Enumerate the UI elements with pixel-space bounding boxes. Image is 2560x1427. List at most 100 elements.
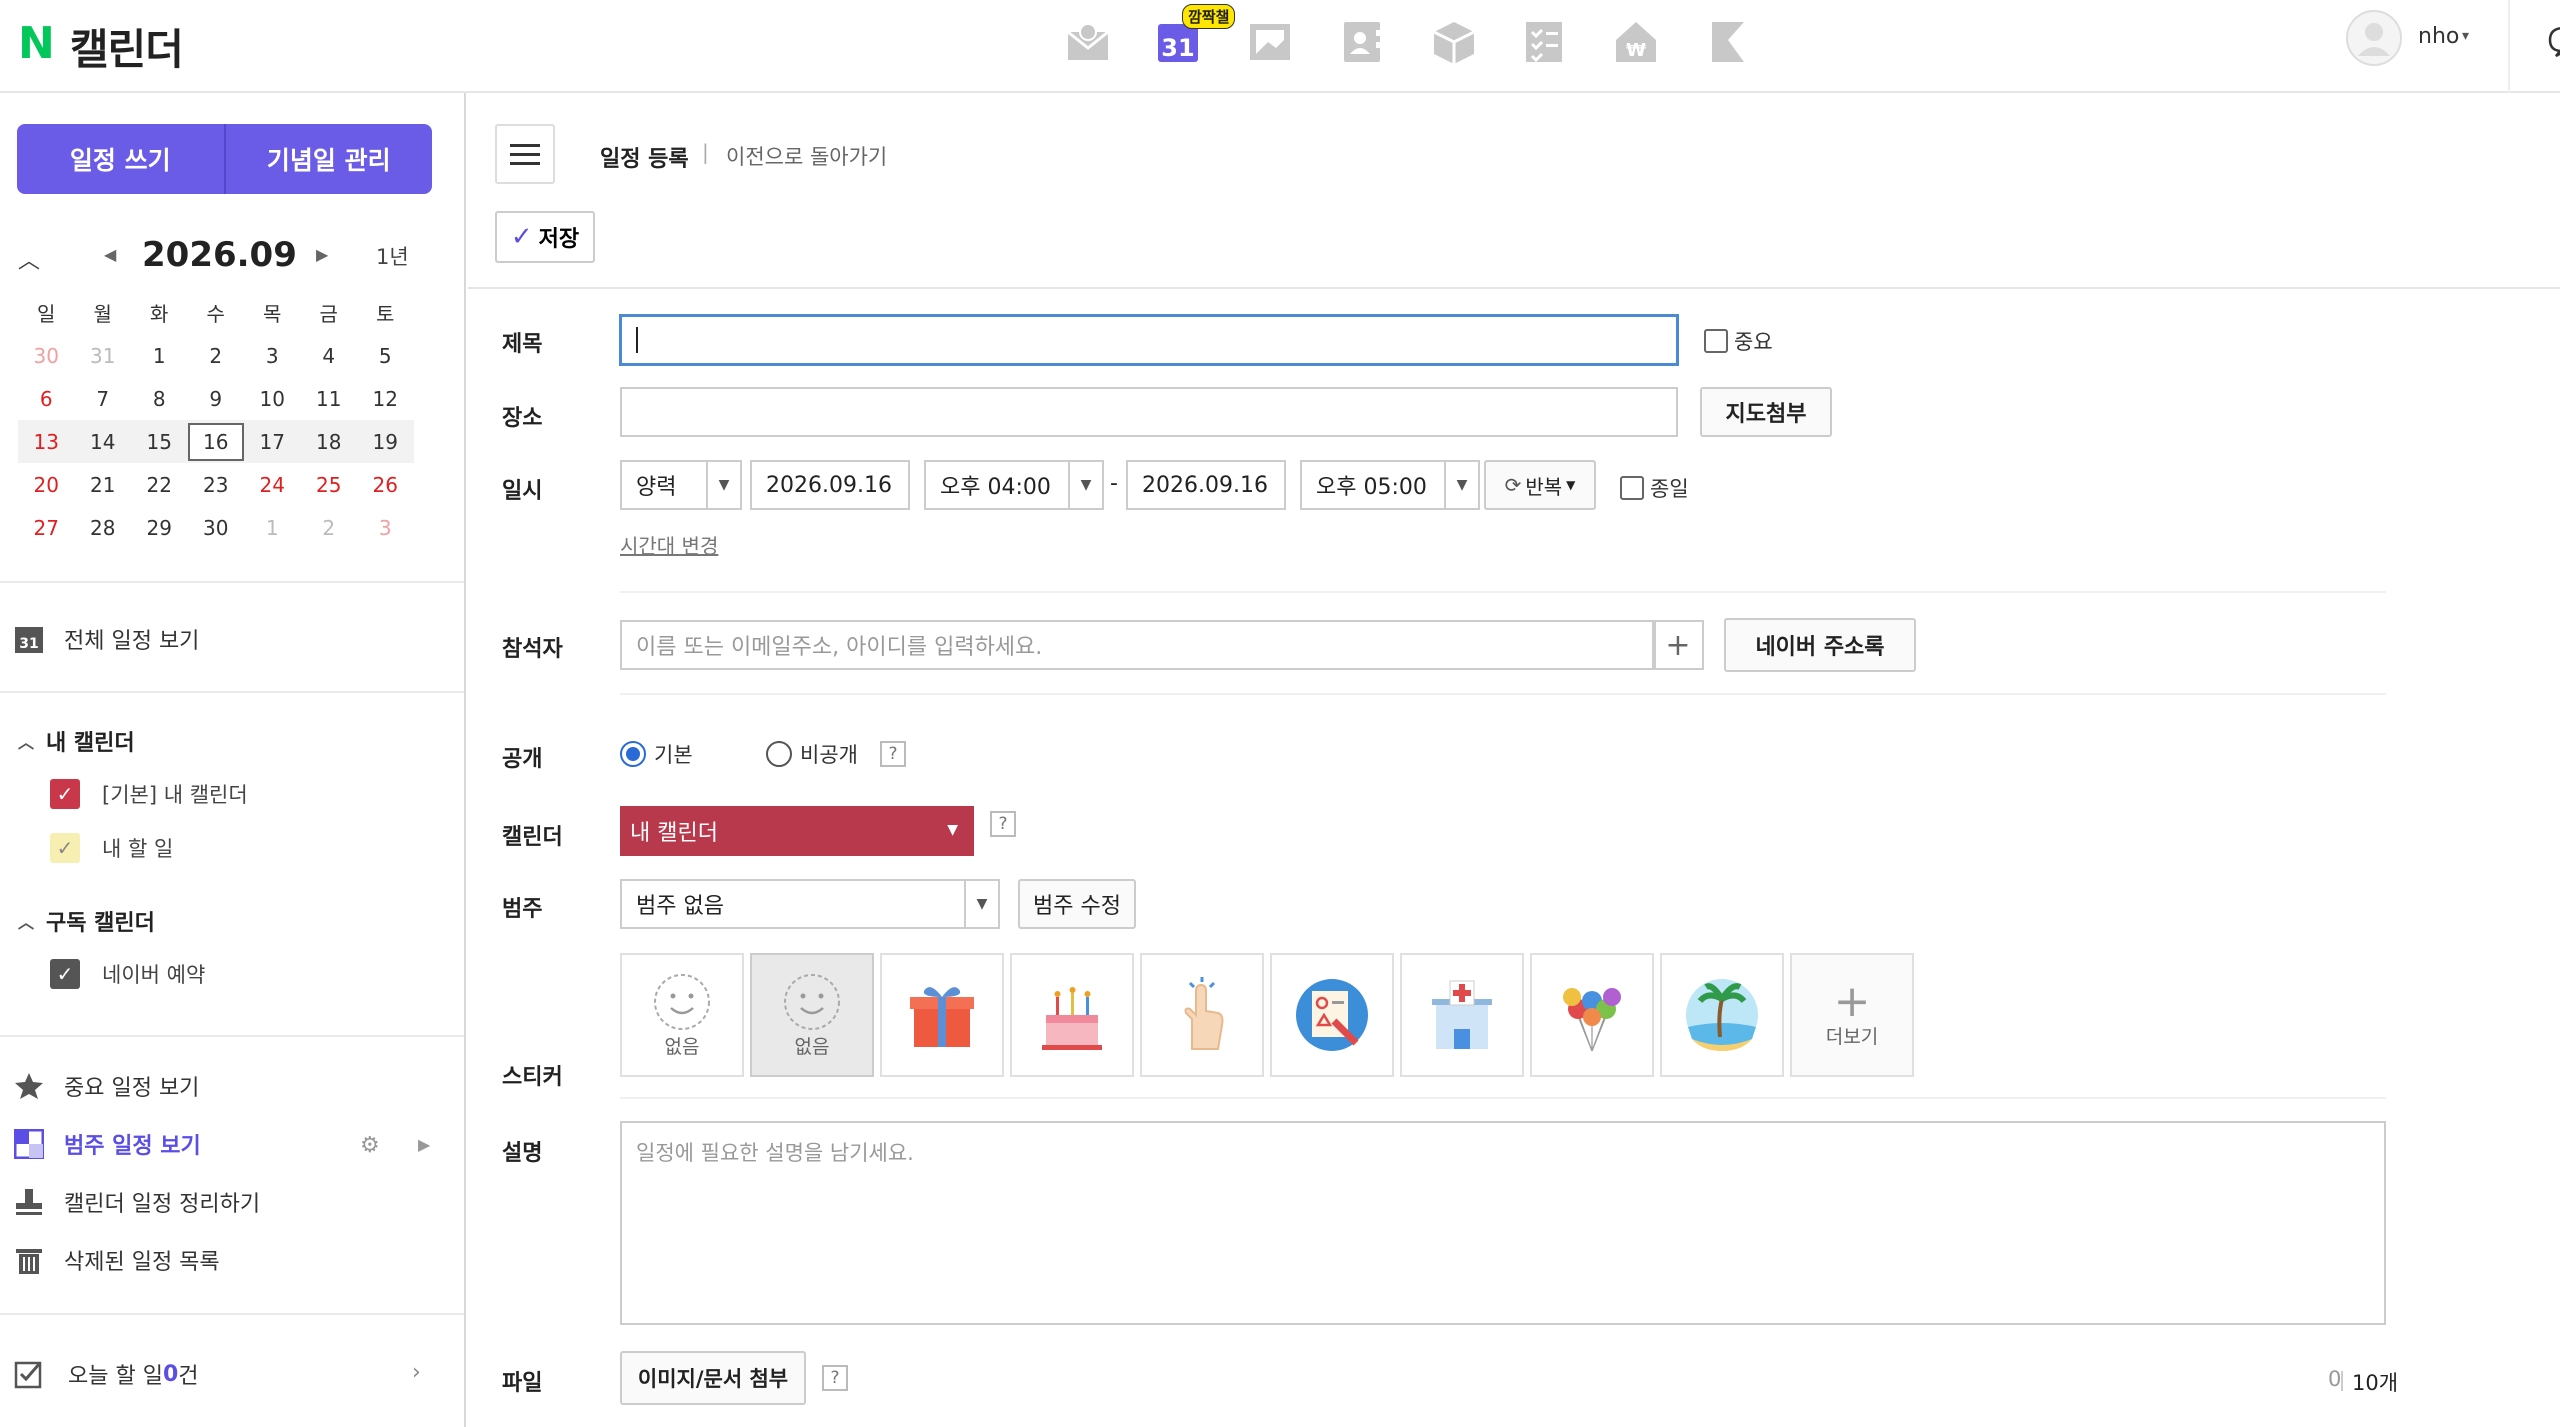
day-cell[interactable]: 10 bbox=[244, 387, 301, 411]
app-title[interactable]: 캘린더 bbox=[70, 16, 184, 77]
day-cell[interactable]: 27 bbox=[18, 516, 75, 540]
next-month-icon[interactable]: ▶ bbox=[316, 245, 328, 264]
day-cell[interactable]: 20 bbox=[18, 473, 75, 497]
day-cell[interactable]: 14 bbox=[75, 430, 132, 454]
contacts-icon[interactable] bbox=[1338, 18, 1386, 66]
day-cell[interactable]: 18 bbox=[301, 430, 358, 454]
avatar[interactable] bbox=[2346, 10, 2402, 66]
day-cell[interactable]: 3 bbox=[357, 516, 414, 540]
sticker-pointing-hand[interactable] bbox=[1140, 953, 1264, 1077]
allday-checkbox[interactable]: 종일 bbox=[1620, 473, 1689, 503]
box-icon[interactable] bbox=[1430, 18, 1478, 66]
photo-icon[interactable] bbox=[1246, 18, 1294, 66]
subscribed-calendars-header[interactable]: ︿ 구독 캘린더 bbox=[18, 905, 155, 937]
hamburger-menu-button[interactable] bbox=[495, 124, 555, 184]
day-cell[interactable]: 7 bbox=[75, 387, 132, 411]
deleted-schedule-list[interactable]: 삭제된 일정 목록 bbox=[14, 1244, 220, 1276]
mail-icon[interactable] bbox=[1064, 18, 1112, 66]
calendar-select[interactable]: 내 캘린더 ▼ bbox=[620, 806, 974, 856]
help-icon[interactable]: ? bbox=[822, 1365, 848, 1391]
my-calendars-header[interactable]: ︿ 내 캘린더 bbox=[18, 725, 135, 757]
year-view-link[interactable]: 1년 bbox=[376, 241, 409, 271]
day-cell[interactable]: 2 bbox=[188, 344, 245, 368]
help-icon[interactable]: ? bbox=[880, 741, 906, 767]
place-input[interactable] bbox=[620, 387, 1678, 437]
start-date-input[interactable]: 2026.09.16 bbox=[750, 460, 910, 510]
day-cell[interactable]: 1 bbox=[244, 516, 301, 540]
sticker-none-selected[interactable]: 없음 bbox=[750, 953, 874, 1077]
day-cell[interactable]: 11 bbox=[301, 387, 358, 411]
end-date-input[interactable]: 2026.09.16 bbox=[1126, 460, 1286, 510]
day-cell[interactable]: 19 bbox=[357, 430, 414, 454]
checkbox-checked-icon[interactable]: ✓ bbox=[50, 959, 80, 989]
collapse-chevron-icon[interactable]: ︿ bbox=[18, 243, 40, 275]
attendees-input[interactable]: 이름 또는 이메일주소, 아이디를 입력하세요. bbox=[620, 620, 1656, 670]
day-cell[interactable]: 8 bbox=[131, 387, 188, 411]
visibility-private-radio[interactable]: 비공개 bbox=[766, 739, 858, 769]
naver-logo[interactable]: N bbox=[18, 18, 55, 69]
sticker-birthday-cake[interactable] bbox=[1010, 953, 1134, 1077]
day-cell[interactable]: 5 bbox=[357, 344, 414, 368]
checkbox-checked-icon[interactable]: ✓ bbox=[50, 833, 80, 863]
chevron-right-icon[interactable]: › bbox=[412, 1360, 421, 1385]
end-time-select[interactable]: 오후 05:00 ▼ bbox=[1300, 460, 1480, 510]
checkbox-checked-icon[interactable]: ✓ bbox=[50, 779, 80, 809]
attach-map-button[interactable]: 지도첨부 bbox=[1700, 387, 1832, 437]
day-cell[interactable]: 3 bbox=[244, 344, 301, 368]
holiday-cell[interactable]: 24 bbox=[244, 473, 301, 497]
day-cell[interactable]: 9 bbox=[188, 387, 245, 411]
important-checkbox[interactable]: 중요 bbox=[1704, 326, 1773, 356]
timezone-change-link[interactable]: 시간대 변경 bbox=[620, 530, 718, 559]
naver-address-book-button[interactable]: 네이버 주소록 bbox=[1724, 618, 1916, 672]
today-todo[interactable]: 오늘 할 일 0 건 bbox=[14, 1358, 199, 1390]
bookmark-icon[interactable] bbox=[1704, 18, 1752, 66]
day-cell[interactable]: 17 bbox=[244, 430, 301, 454]
sticker-balloons[interactable] bbox=[1530, 953, 1654, 1077]
sticker-gift[interactable] bbox=[880, 953, 1004, 1077]
sticker-hospital[interactable] bbox=[1400, 953, 1524, 1077]
start-time-select[interactable]: 오후 04:00 ▼ bbox=[924, 460, 1104, 510]
day-cell[interactable]: 21 bbox=[75, 473, 132, 497]
sticker-none[interactable]: 없음 bbox=[620, 953, 744, 1077]
all-schedule-view[interactable]: 31 전체 일정 보기 bbox=[14, 623, 199, 655]
holiday-cell[interactable]: 25 bbox=[301, 473, 358, 497]
organize-schedule[interactable]: 캘린더 일정 정리하기 bbox=[14, 1186, 260, 1218]
day-cell[interactable]: 22 bbox=[131, 473, 188, 497]
chat-bubble-icon[interactable] bbox=[2546, 20, 2560, 60]
repeat-button[interactable]: ⟳ 반복 ▼ bbox=[1484, 460, 1596, 510]
calendar-entry-default[interactable]: ✓ [기본] 내 캘린더 bbox=[50, 779, 248, 809]
sticker-beach[interactable] bbox=[1660, 953, 1784, 1077]
user-menu-caret[interactable]: ▾ bbox=[2462, 28, 2469, 44]
help-icon[interactable]: ? bbox=[990, 811, 1016, 837]
important-schedule-view[interactable]: 중요 일정 보기 bbox=[14, 1070, 199, 1102]
day-cell[interactable]: 28 bbox=[75, 516, 132, 540]
day-cell[interactable]: 31 bbox=[75, 344, 132, 368]
day-cell[interactable]: 30 bbox=[188, 516, 245, 540]
description-textarea[interactable]: 일정에 필요한 설명을 남기세요. bbox=[620, 1121, 2386, 1325]
chevron-right-icon[interactable]: ▶ bbox=[418, 1135, 430, 1154]
day-cell[interactable]: 13 bbox=[18, 430, 75, 454]
day-cell[interactable]: 2 bbox=[301, 516, 358, 540]
category-select[interactable]: 범주 없음 ▼ bbox=[620, 879, 1000, 929]
anniversary-manage-button[interactable]: 기념일 관리 bbox=[226, 124, 433, 194]
calendar-type-select[interactable]: 양력 ▼ bbox=[620, 460, 742, 510]
day-cell[interactable]: 29 bbox=[131, 516, 188, 540]
pay-icon[interactable]: ₩ bbox=[1612, 18, 1660, 66]
today-cell[interactable]: 16 bbox=[187, 422, 244, 461]
day-cell[interactable]: 6 bbox=[18, 387, 75, 411]
gear-icon[interactable]: ⚙ bbox=[360, 1133, 380, 1158]
sticker-study[interactable] bbox=[1270, 953, 1394, 1077]
category-schedule-view[interactable]: 범주 일정 보기 bbox=[13, 1128, 201, 1160]
back-link[interactable]: 이전으로 돌아가기 bbox=[726, 141, 887, 171]
write-schedule-button[interactable]: 일정 쓰기 bbox=[17, 124, 224, 194]
add-attendee-plus-icon[interactable]: + bbox=[1652, 620, 1704, 670]
day-cell[interactable]: 23 bbox=[188, 473, 245, 497]
save-button[interactable]: ✓ 저장 bbox=[495, 211, 595, 263]
day-cell[interactable]: 30 bbox=[18, 344, 75, 368]
attach-file-button[interactable]: 이미지/문서 첨부 bbox=[620, 1351, 806, 1405]
holiday-cell[interactable]: 26 bbox=[357, 473, 414, 497]
calendar-entry-todo[interactable]: ✓ 내 할 일 bbox=[50, 833, 173, 863]
day-cell[interactable]: 15 bbox=[131, 430, 188, 454]
todo-icon[interactable] bbox=[1520, 18, 1568, 66]
category-edit-button[interactable]: 범주 수정 bbox=[1018, 879, 1136, 929]
